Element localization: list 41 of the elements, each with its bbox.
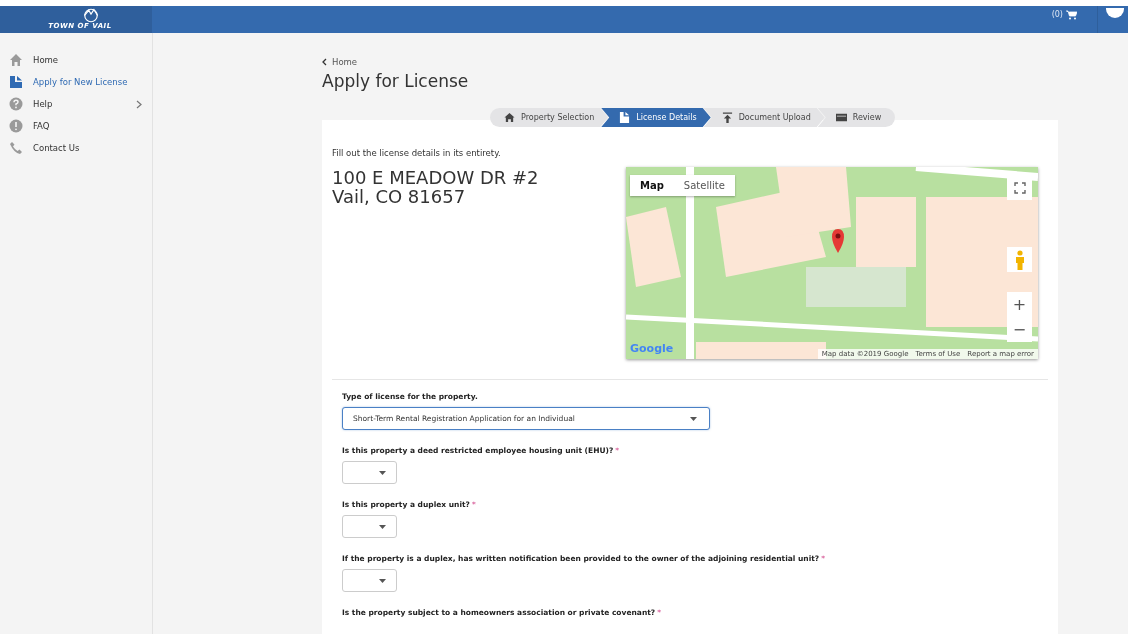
chevron-left-icon [322, 58, 327, 66]
home-icon [9, 53, 23, 67]
dropdown-caret-icon [690, 416, 697, 421]
street-view-button[interactable] [1007, 247, 1032, 272]
address-line: 100 E MEADOW DR #2 [332, 168, 539, 187]
dropdown-caret-icon [379, 578, 386, 583]
fullscreen-icon [1013, 181, 1026, 194]
map-type-button[interactable]: Map [630, 175, 674, 196]
answer-dropdown[interactable] [342, 569, 397, 592]
answer-dropdown[interactable] [342, 515, 397, 538]
sidebar-item[interactable]: Help [0, 93, 152, 115]
cart-icon [1066, 9, 1077, 20]
sidebar-item[interactable]: Apply for New License [0, 71, 152, 93]
map-logo: Google [630, 342, 674, 355]
wizard-step[interactable]: Review [817, 108, 896, 127]
document-icon [619, 112, 631, 123]
intro-text: Fill out the license details in its entirety. [332, 148, 502, 158]
fullscreen-button[interactable] [1007, 175, 1032, 200]
card-icon [835, 112, 847, 123]
wizard-step[interactable]: License Details [601, 108, 711, 127]
breadcrumb-link[interactable]: Home [322, 57, 358, 67]
wizard-step[interactable]: Document Upload [703, 108, 825, 127]
cart-link[interactable]: (0) [1051, 9, 1077, 20]
dropdown-caret-icon [379, 470, 386, 475]
user-avatar[interactable] [1106, 8, 1124, 18]
help-icon [9, 97, 23, 111]
home-icon [504, 112, 515, 123]
person-figure-icon [1014, 249, 1025, 270]
wizard-step[interactable]: Property Selection [490, 108, 609, 127]
upload-icon [721, 112, 733, 123]
dropdown-caret-icon [379, 524, 386, 529]
answer-dropdown[interactable] [342, 461, 397, 484]
sidebar-item[interactable]: Contact Us [0, 137, 152, 159]
alert-icon [9, 119, 23, 133]
map-type-button[interactable]: Satellite [673, 175, 735, 196]
sidebar-item[interactable]: FAQ [0, 115, 152, 137]
sidebar-item[interactable]: Home [0, 49, 152, 71]
address-line: Vail, CO 81657 [332, 187, 467, 206]
phone-icon [9, 141, 23, 155]
page-title: Apply for License [322, 71, 470, 91]
document-icon [9, 75, 23, 89]
